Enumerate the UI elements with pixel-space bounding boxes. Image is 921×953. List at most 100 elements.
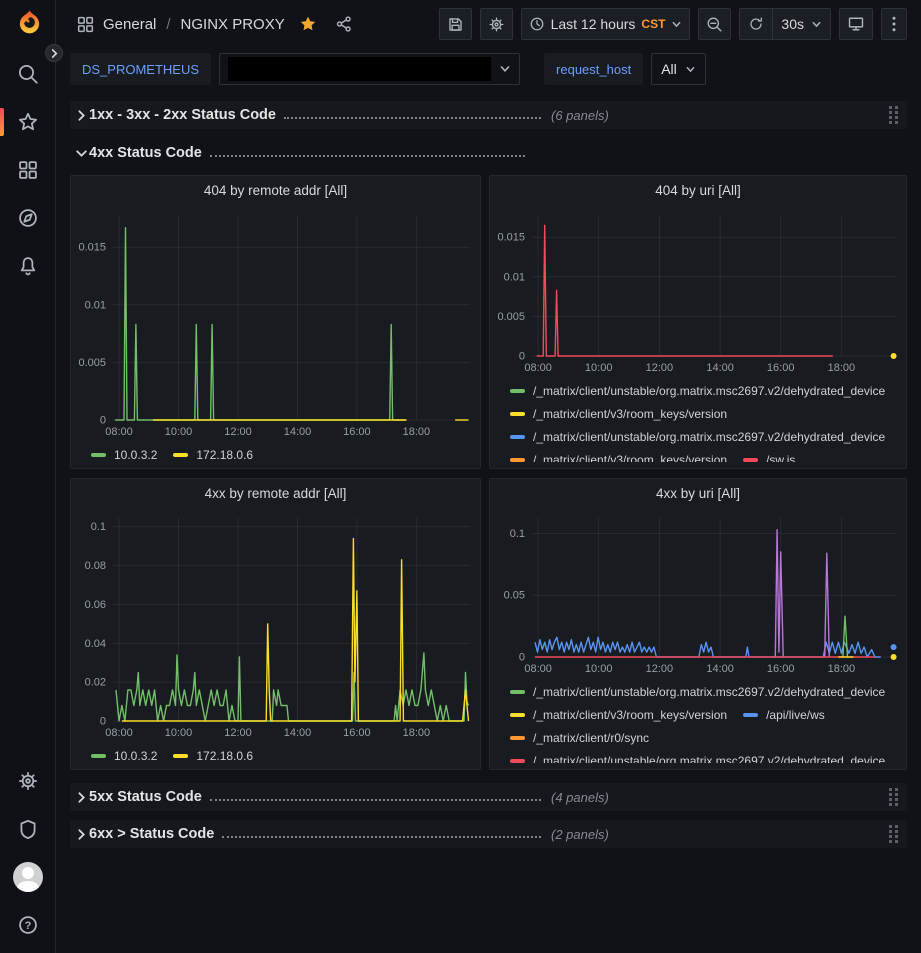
legend-item[interactable]: 172.18.0.6 <box>173 444 253 467</box>
row-header-4xx[interactable]: 4xx Status Code <box>70 139 907 167</box>
x-axis-tick-label: 16:00 <box>343 426 371 438</box>
x-axis-tick-label: 14:00 <box>706 663 734 675</box>
breadcrumb-separator: / <box>164 16 172 33</box>
x-axis-tick-label: 12:00 <box>646 362 674 374</box>
legend-item[interactable]: /_matrix/client/unstable/org.matrix.msc2… <box>510 380 885 403</box>
legend-item[interactable]: 10.0.3.2 <box>91 745 157 768</box>
y-axis-tick-label: 0.015 <box>78 242 106 254</box>
x-axis-tick-label: 10:00 <box>585 663 613 675</box>
breadcrumb-section[interactable]: General <box>103 16 156 33</box>
legend-item[interactable]: /api/live/ws <box>743 704 825 727</box>
share-icon[interactable] <box>335 15 353 33</box>
panel-legend: 10.0.3.2 172.18.0.6 <box>71 442 480 468</box>
time-series-plot[interactable]: 00.0050.010.01508:0010:0012:0014:0016:00… <box>71 206 480 442</box>
refresh-interval-select[interactable]: 30s <box>772 9 830 39</box>
sidebar-item-server-admin[interactable] <box>0 805 55 853</box>
row-header-1xx-3xx-2xx[interactable]: 1xx - 3xx - 2xx Status Code (6 panels) <box>70 101 907 129</box>
x-axis-tick-label: 10:00 <box>165 426 193 438</box>
panel-title[interactable]: 4xx by uri [All] <box>490 479 906 509</box>
x-axis-tick-label: 12:00 <box>224 727 252 739</box>
clock-icon <box>529 16 545 32</box>
refresh-icon <box>748 16 764 32</box>
zoom-out-button[interactable] <box>698 8 731 40</box>
dashboard-title[interactable]: NGINX PROXY <box>181 16 285 33</box>
variable-label-request-host[interactable]: request_host <box>544 53 643 85</box>
sidebar-item-explore[interactable] <box>0 194 55 242</box>
sidebar-item-configuration[interactable] <box>0 757 55 805</box>
dotted-leader <box>210 146 525 157</box>
row-drag-handle[interactable] <box>887 823 901 845</box>
variable-select-ds-prometheus[interactable] <box>219 53 520 85</box>
chevron-right-icon <box>74 790 89 805</box>
panel-grid: 404 by remote addr [All] 00.0050.010.015… <box>70 175 907 770</box>
legend-item[interactable]: /_matrix/client/unstable/org.matrix.msc2… <box>510 750 885 763</box>
legend-item[interactable]: /_matrix/client/unstable/org.matrix.msc2… <box>510 426 885 449</box>
x-axis-tick-label: 18:00 <box>828 362 856 374</box>
sidebar-item-alerting[interactable] <box>0 242 55 290</box>
variable-select-request-host[interactable]: All <box>651 53 706 85</box>
sidebar-item-help[interactable]: ? <box>0 901 55 949</box>
legend-item[interactable]: /sw.js <box>743 449 795 462</box>
refresh-group: 30s <box>739 8 831 40</box>
legend-item[interactable]: /_matrix/client/v3/room_keys/version <box>510 403 727 426</box>
timezone-label: CST <box>641 17 665 31</box>
refresh-interval-value: 30s <box>781 16 804 32</box>
grafana-logo[interactable] <box>16 8 43 35</box>
redacted-value <box>228 57 491 81</box>
row-panel-count: (2 panels) <box>551 827 609 842</box>
help-icon: ? <box>17 914 39 936</box>
time-series-plot[interactable]: 00.020.040.060.080.108:0010:0012:0014:00… <box>71 509 480 743</box>
row-header-5xx[interactable]: 5xx Status Code (4 panels) <box>70 783 907 811</box>
time-series-plot[interactable]: 00.050.108:0010:0012:0014:0016:0018:00 <box>490 509 906 679</box>
row-drag-handle[interactable] <box>887 104 901 126</box>
legend-item[interactable]: 172.18.0.6 <box>173 745 253 768</box>
chevron-down-icon <box>74 146 89 161</box>
x-axis-tick-label: 14:00 <box>706 362 734 374</box>
save-dashboard-button[interactable] <box>439 8 472 40</box>
kebab-icon <box>892 16 896 32</box>
legend-item[interactable]: 10.0.3.2 <box>91 444 157 467</box>
y-axis-tick-label: 0.06 <box>85 599 106 611</box>
chevron-down-icon <box>671 19 682 30</box>
panel-title[interactable]: 4xx by remote addr [All] <box>71 479 480 509</box>
y-axis-tick-label: 0 <box>100 716 106 728</box>
favorite-star-icon[interactable] <box>299 15 317 33</box>
dotted-leader <box>210 790 541 801</box>
chevron-right-icon <box>74 108 89 123</box>
x-axis-tick-label: 08:00 <box>524 362 552 374</box>
sidebar-item-starred[interactable] <box>0 98 55 146</box>
star-icon <box>17 111 39 133</box>
panel-title[interactable]: 404 by uri [All] <box>490 176 906 206</box>
more-options-button[interactable] <box>881 8 907 40</box>
x-axis-tick-label: 14:00 <box>284 727 312 739</box>
row-title: 1xx - 3xx - 2xx Status Code <box>89 107 276 123</box>
y-axis-tick-label: 0 <box>100 415 106 427</box>
avatar <box>13 862 43 892</box>
monitor-icon <box>847 15 865 33</box>
panel-4xx-by-remote-addr: 4xx by remote addr [All] 00.020.040.060.… <box>70 478 481 770</box>
x-axis-tick-label: 10:00 <box>165 727 193 739</box>
cycle-view-button[interactable] <box>839 8 873 40</box>
y-axis-tick-label: 0.01 <box>504 271 525 283</box>
legend-item[interactable]: /_matrix/client/r0/sync <box>510 727 649 750</box>
legend-item[interactable]: /_matrix/client/v3/room_keys/version <box>510 704 727 727</box>
x-axis-tick-label: 08:00 <box>105 426 133 438</box>
time-series-plot[interactable]: 00.0050.010.01508:0010:0012:0014:0016:00… <box>490 206 906 378</box>
dashboard-settings-button[interactable] <box>480 8 513 40</box>
legend-item[interactable]: /_matrix/client/v3/room_keys/version <box>510 449 727 462</box>
sidebar-expand-button[interactable] <box>45 44 63 62</box>
time-range-picker[interactable]: Last 12 hours CST <box>521 8 691 40</box>
zoom-out-icon <box>706 16 723 33</box>
refresh-button[interactable] <box>740 9 772 39</box>
row-drag-handle[interactable] <box>887 786 901 808</box>
legend-item[interactable]: /_matrix/client/unstable/org.matrix.msc2… <box>510 681 885 704</box>
row-header-6xx[interactable]: 6xx > Status Code (2 panels) <box>70 820 907 848</box>
row-title: 5xx Status Code <box>89 789 202 805</box>
grafana-logo-icon <box>16 8 43 35</box>
variable-label-ds-prometheus[interactable]: DS_PROMETHEUS <box>70 53 211 85</box>
y-axis-tick-label: 0.04 <box>85 638 106 650</box>
sidebar-item-dashboards[interactable] <box>0 146 55 194</box>
sidebar-item-profile[interactable] <box>0 853 55 901</box>
panel-title[interactable]: 404 by remote addr [All] <box>71 176 480 206</box>
x-axis-tick-label: 16:00 <box>767 663 795 675</box>
